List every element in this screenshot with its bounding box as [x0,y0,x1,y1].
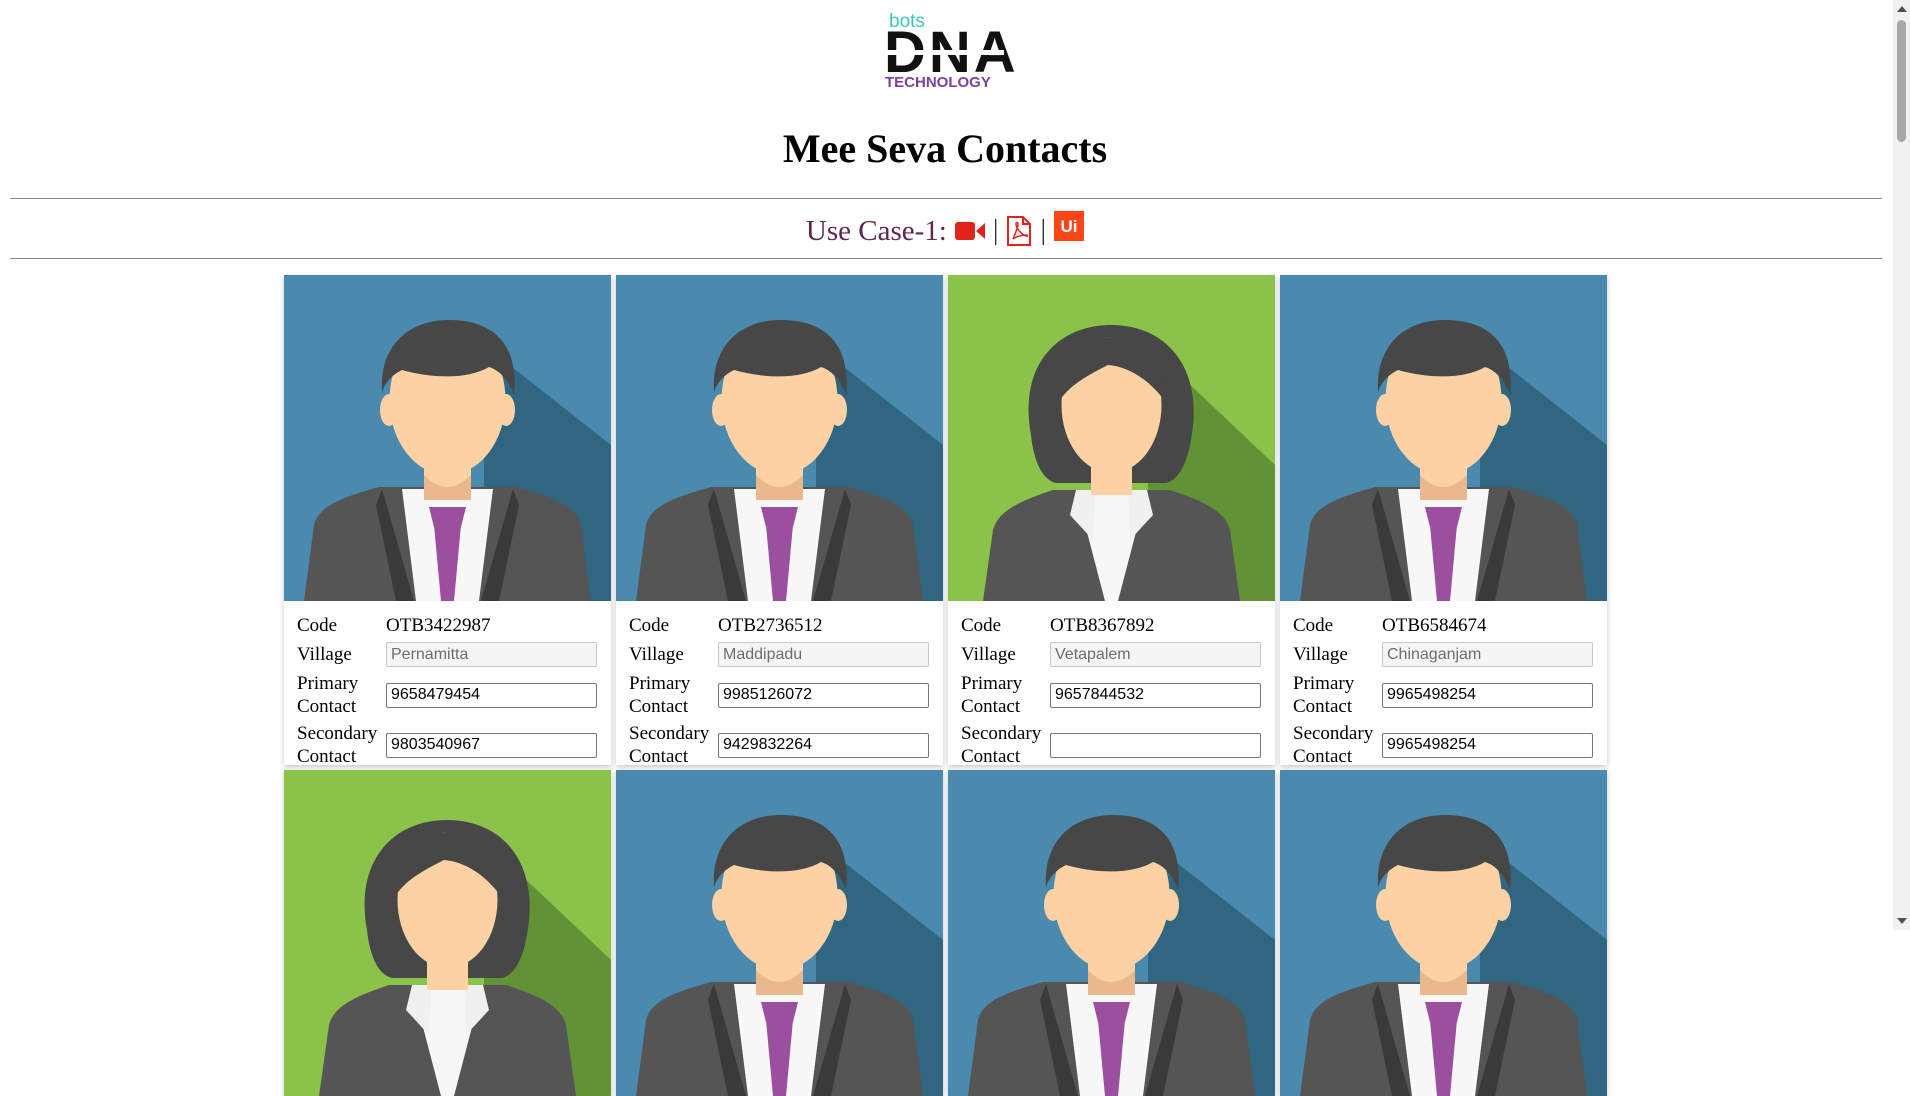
contact-card: Code OTB6584674 Village PrimaryContact Se… [1280,275,1607,767]
code-label: Code [629,615,670,636]
primary-contact-label: Primary Contact [961,673,1023,717]
village-label: Village [1293,644,1348,665]
primary-contact-label: Primary Contact [629,673,691,717]
primary-contact-field[interactable] [1382,682,1593,708]
avatar-photo [1280,770,1607,1096]
avatar-photo [948,275,1275,601]
code-value: OTB6584674 [1382,615,1487,636]
contacts-grid: Code OTB3422987 Village PrimaryContact Se… [284,275,1609,1096]
scrollbar-thumb[interactable] [1897,20,1906,142]
uipath-icon-text: Ui [1061,217,1078,236]
contact-card [948,770,1275,1096]
contact-info: Code OTB8367892 Village PrimaryContact Se… [948,601,1275,767]
secondary-contact-field[interactable] [386,732,597,758]
secondary-contact-label: Secondary Contact [629,723,710,767]
contact-card [616,770,943,1096]
secondary-contact-field[interactable] [718,732,929,758]
scroll-down-arrow-icon[interactable] [1897,918,1907,924]
contact-card: Code OTB2736512 Village PrimaryContact Se… [616,275,943,767]
use-case-label: Use Case-1: [805,214,947,247]
bots-dna-logo: bots DNA TECHNOLOGY [884,12,1016,92]
male-avatar-icon [284,275,611,601]
use-case-bar: Use Case-1: | | Ui [0,210,1890,252]
male-avatar-icon [1280,275,1607,601]
village-field[interactable] [386,642,597,667]
primary-contact-field[interactable] [1050,682,1261,708]
village-field[interactable] [1382,642,1593,667]
pdf-icon[interactable] [1006,216,1032,246]
male-avatar-icon [1280,770,1607,1096]
primary-contact-field[interactable] [386,682,597,708]
avatar-photo [284,275,611,601]
contact-card [1280,770,1607,1096]
uipath-icon[interactable]: Ui [1054,211,1085,241]
contact-card [284,770,611,1096]
avatar-photo [284,770,611,1096]
female-avatar-icon [948,275,1275,601]
vertical-scrollbar[interactable] [1893,0,1910,930]
contact-card: Code OTB3422987 Village PrimaryContact Se… [284,275,611,767]
secondary-contact-field[interactable] [1050,732,1261,758]
primary-contact-field[interactable] [718,682,929,708]
code-label: Code [961,615,1002,636]
male-avatar-icon [616,275,943,601]
contact-info: Code OTB2736512 Village PrimaryContact Se… [616,601,943,767]
village-label: Village [297,644,352,665]
avatar-photo [616,770,943,1096]
secondary-contact-field[interactable] [1382,732,1593,758]
logo-stripe [884,50,1004,55]
scroll-up-arrow-icon[interactable] [1897,6,1907,12]
contact-card: Code OTB8367892 Village PrimaryContact Se… [948,275,1275,767]
contact-info: Code OTB3422987 Village PrimaryContact Se… [284,601,611,767]
secondary-contact-label: Secondary Contact [1293,723,1374,767]
contact-info: Code OTB6584674 Village PrimaryContact Se… [1280,601,1607,767]
code-value: OTB8367892 [1050,615,1155,636]
separator: | [1040,215,1047,246]
secondary-contact-label: Secondary Contact [297,723,378,767]
top-divider [10,198,1882,199]
secondary-contact-label: Secondary Contact [961,723,1042,767]
logo-technology-text: TECHNOLOGY [885,74,991,91]
village-label: Village [629,644,684,665]
code-value: OTB2736512 [718,615,823,636]
female-avatar-icon [284,770,611,1096]
primary-contact-label: Primary Contact [297,673,359,717]
male-avatar-icon [948,770,1275,1096]
code-label: Code [297,615,338,636]
male-avatar-icon [616,770,943,1096]
avatar-photo [948,770,1275,1096]
separator: | [992,215,999,246]
avatar-photo [616,275,943,601]
code-label: Code [1293,615,1334,636]
bottom-divider [10,258,1882,259]
page-title: Mee Seva Contacts [782,126,1108,171]
village-field[interactable] [1050,642,1261,667]
village-label: Village [961,644,1016,665]
avatar-photo [1280,275,1607,601]
video-camera-icon[interactable] [954,220,985,242]
code-value: OTB3422987 [386,615,491,636]
village-field[interactable] [718,642,929,667]
primary-contact-label: Primary Contact [1293,673,1355,717]
